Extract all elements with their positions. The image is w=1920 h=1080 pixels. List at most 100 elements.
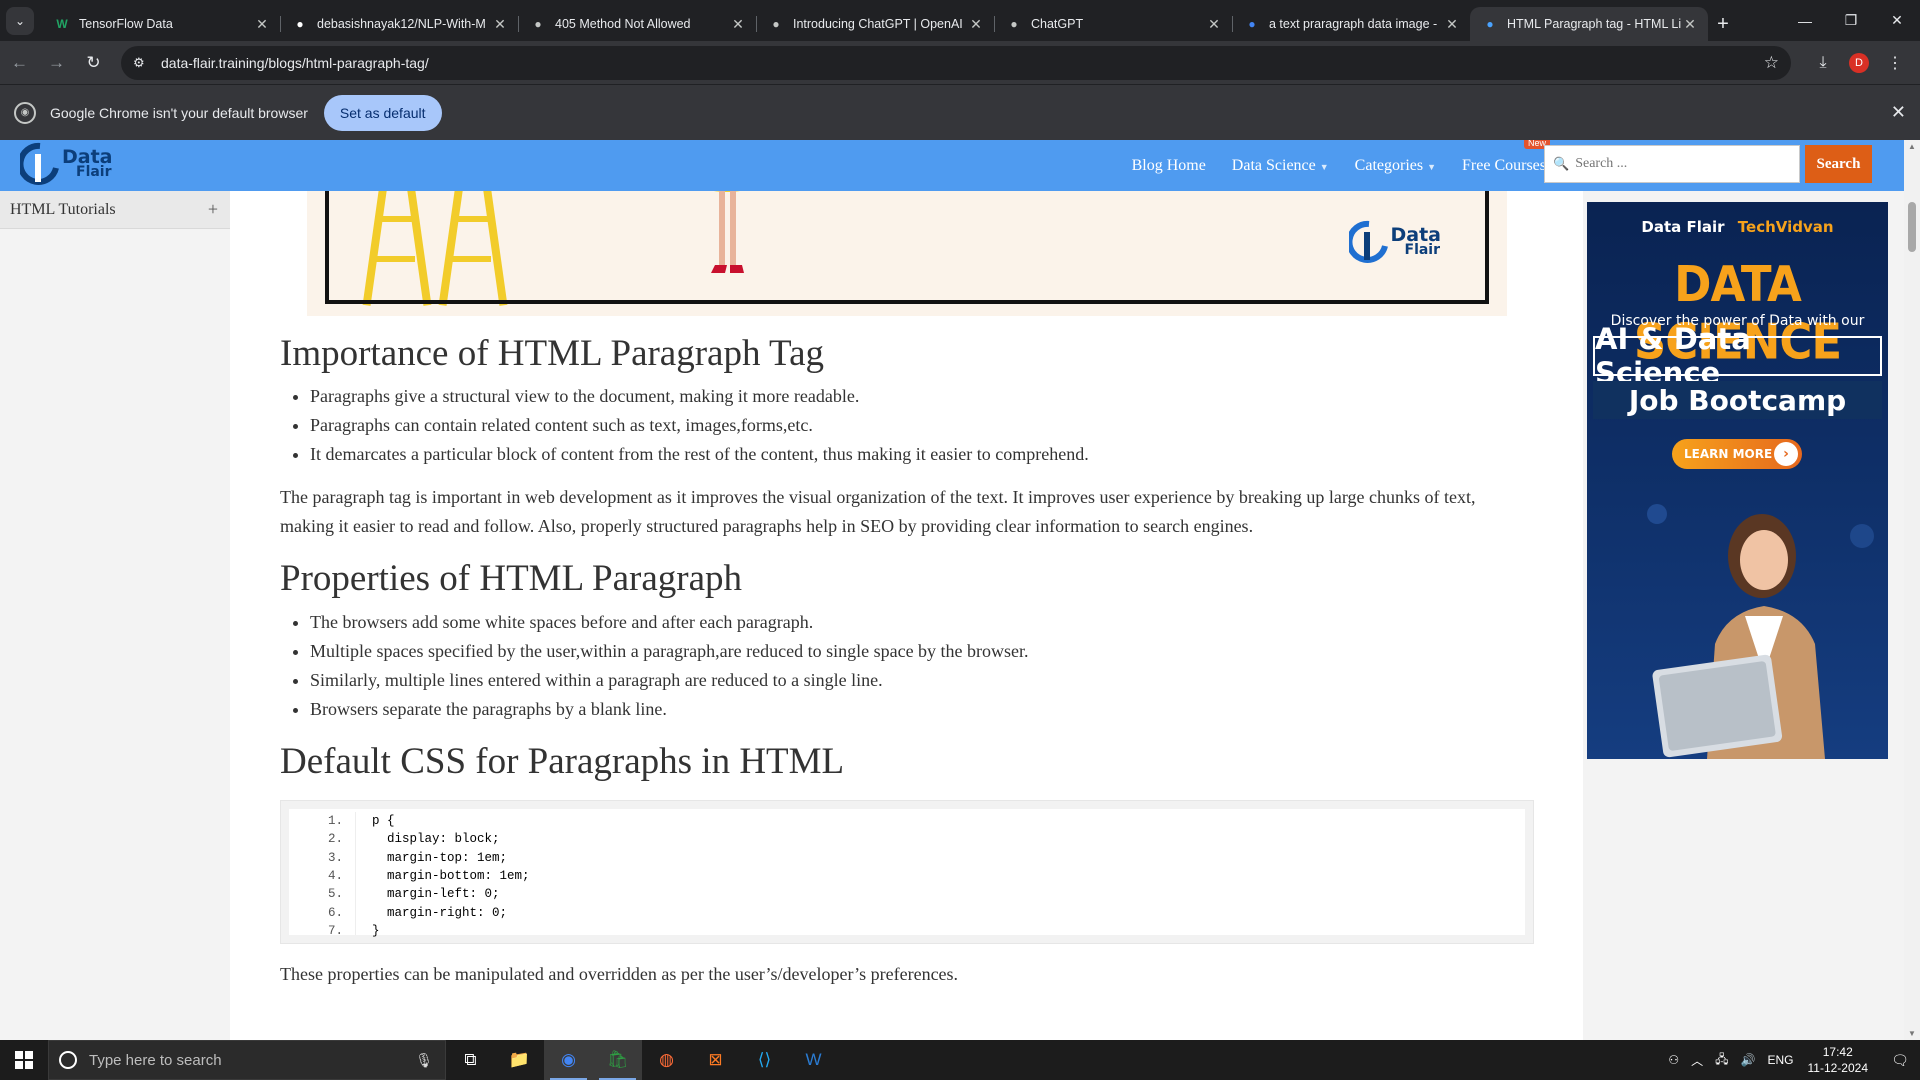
menu-kebab-icon[interactable]: ⋮: [1877, 47, 1913, 79]
tab-title: TensorFlow Data: [79, 17, 173, 31]
browser-tab[interactable]: ● a text praragraph data image - ✕: [1232, 7, 1470, 41]
restore-button[interactable]: ❐: [1828, 0, 1874, 41]
nav-label: Categories: [1354, 156, 1424, 174]
sidebar-item-html-tutorials[interactable]: HTML Tutorials +: [0, 191, 230, 229]
network-icon[interactable]: 🖧: [1715, 1050, 1728, 1071]
start-button[interactable]: [0, 1040, 48, 1080]
clock[interactable]: 17:42 11-12-2024: [1808, 1044, 1869, 1076]
infobar-close-icon[interactable]: ✕: [1891, 102, 1906, 123]
browser-tab[interactable]: ● 405 Method Not Allowed ✕: [518, 7, 756, 41]
hero-dataflair-logo: Data Flair: [1348, 220, 1441, 264]
tutorial-sidebar: HTML Tutorials +: [0, 191, 230, 1040]
code-line: margin-left: 0;: [372, 887, 500, 902]
download-icon[interactable]: ⤓: [1805, 47, 1841, 79]
code-line-number: 4.: [327, 869, 343, 884]
ad-learn-more-button[interactable]: LEARN MORE ›: [1672, 439, 1802, 469]
xampp-icon[interactable]: ⊠: [691, 1040, 740, 1080]
volume-icon[interactable]: 🔊: [1741, 1053, 1756, 1067]
browser-tab[interactable]: ● HTML Paragraph tag - HTML Li ✕: [1470, 7, 1708, 41]
tab-close-icon[interactable]: ✕: [730, 16, 746, 33]
chrome-logo-icon: ◉: [14, 101, 36, 124]
list-item: Multiple spaces specified by the user,wi…: [310, 637, 1530, 666]
browser-tab[interactable]: W TensorFlow Data ✕: [42, 7, 280, 41]
caret-down-icon: ▼: [1427, 161, 1437, 172]
browser-tab[interactable]: ● debasishnayak12/NLP-With-M ✕: [280, 7, 518, 41]
tab-title: HTML Paragraph tag - HTML Li: [1507, 17, 1682, 31]
taskbar-search[interactable]: Type here to search 🎙: [48, 1040, 446, 1080]
reload-button[interactable]: ↻: [76, 47, 111, 79]
new-tab-button[interactable]: +: [1708, 7, 1738, 41]
tab-close-icon[interactable]: ✕: [492, 16, 508, 33]
minimize-button[interactable]: —: [1782, 0, 1828, 41]
bookmark-star-icon[interactable]: ☆: [1764, 53, 1779, 73]
search-button[interactable]: Search: [1805, 145, 1872, 183]
language-indicator[interactable]: ENG: [1767, 1053, 1793, 1067]
browser-tab[interactable]: ● Introducing ChatGPT | OpenAI ✕: [756, 7, 994, 41]
plus-icon[interactable]: +: [208, 199, 218, 220]
tab-close-icon[interactable]: ✕: [968, 16, 984, 33]
nav-label: Data Science: [1231, 156, 1316, 174]
nav-data-science[interactable]: Data Science ▼: [1232, 157, 1329, 175]
profile-avatar[interactable]: D: [1849, 52, 1869, 73]
forward-button[interactable]: →: [39, 47, 74, 79]
scroll-up-arrow-icon[interactable]: ▲: [1904, 142, 1920, 151]
caret-down-icon: ▼: [1319, 161, 1329, 172]
arrow-left-icon: ←: [11, 52, 28, 72]
back-button[interactable]: ←: [2, 47, 37, 79]
window-controls: — ❐ ✕: [1782, 0, 1920, 41]
code-lines[interactable]: p { display: block; margin-top: 1em; mar…: [356, 812, 530, 938]
chrome-icon[interactable]: ◉: [544, 1040, 593, 1080]
closing-paragraph: These properties can be manipulated and …: [280, 964, 959, 985]
taskbar-search-placeholder: Type here to search: [89, 1051, 222, 1069]
github-icon: ●: [296, 17, 304, 31]
vscode-icon[interactable]: ⟨⟩: [740, 1040, 789, 1080]
postman-icon[interactable]: ◍: [642, 1040, 691, 1080]
article-body: Importance of HTML Paragraph Tag Paragra…: [280, 316, 1534, 989]
nav-free-courses[interactable]: Free Courses New: [1462, 140, 1550, 175]
openai-icon: ●: [1010, 17, 1018, 31]
importance-list: Paragraphs give a structural view to the…: [310, 382, 1530, 469]
task-view-icon[interactable]: ⧉: [446, 1040, 495, 1080]
file-explorer-icon[interactable]: 📁: [495, 1040, 544, 1080]
search-input[interactable]: [1575, 156, 1776, 172]
scroll-down-arrow-icon[interactable]: ▼: [1904, 1029, 1920, 1038]
dataflair-logo[interactable]: Data Flair: [20, 142, 113, 186]
list-item: Paragraphs give a structural view to the…: [310, 382, 1530, 411]
close-window-button[interactable]: ✕: [1874, 0, 1920, 41]
ad-title-box: AI & Data Science: [1593, 322, 1882, 390]
address-bar[interactable]: ⚙ data-flair.training/blogs/html-paragra…: [121, 45, 1791, 80]
nav-categories[interactable]: Categories ▼: [1355, 157, 1436, 175]
woman-with-laptop-illustration: [1647, 504, 1874, 759]
code-line-number: 2.: [327, 832, 343, 847]
web-page: Data Flair Importance of HTML Paragraph …: [0, 140, 1904, 1040]
windows-taskbar: Type here to search 🎙 ⧉ 📁 ◉ 🛍 ◍ ⊠ ⟨⟩ W ⚇ ︿ 🖧 🔊 …: [0, 1040, 1920, 1080]
tab-search-button[interactable]: ⌄: [6, 7, 34, 35]
nav-blog-home[interactable]: Blog Home: [1132, 157, 1206, 175]
store-icon[interactable]: 🛍: [593, 1040, 642, 1080]
tab-close-icon[interactable]: ✕: [254, 16, 270, 33]
microphone-icon[interactable]: 🎙: [415, 1052, 433, 1069]
word-icon[interactable]: W: [789, 1040, 838, 1080]
ad-cta-label: LEARN MORE: [1684, 447, 1773, 461]
section-heading-properties: Properties of HTML Paragraph: [280, 558, 743, 600]
tab-strip: ⌄ W TensorFlow Data ✕ ● debasishnayak12/NLP-…: [0, 0, 1920, 41]
tab-close-icon[interactable]: ✕: [1206, 16, 1222, 33]
bootcamp-ad-banner[interactable]: Data Flair TechVidvan DATA SCIENCE Disco…: [1587, 202, 1888, 759]
set-as-default-button[interactable]: Set as default: [323, 94, 442, 131]
code-line: p {: [372, 814, 395, 829]
section-heading-importance: Importance of HTML Paragraph Tag: [280, 333, 824, 374]
properties-list: The browsers add some white spaces befor…: [310, 608, 1530, 724]
site-settings-icon[interactable]: ⚙: [133, 55, 155, 71]
tab-close-icon[interactable]: ✕: [1444, 16, 1460, 33]
show-hidden-icons-icon[interactable]: ︿: [1691, 1052, 1703, 1069]
browser-tab[interactable]: ● ChatGPT ✕: [994, 7, 1232, 41]
url-text[interactable]: data-flair.training/blogs/html-paragraph…: [161, 55, 1764, 71]
people-icon[interactable]: ⚇: [1668, 1053, 1679, 1067]
notification-center-icon[interactable]: 🗨: [1880, 1040, 1920, 1080]
tab-title: Introducing ChatGPT | OpenAI: [793, 17, 963, 31]
tab-close-icon[interactable]: ✕: [1682, 16, 1698, 33]
scrollbar-thumb[interactable]: [1908, 202, 1916, 252]
logo-line2: Flair: [76, 164, 112, 181]
page-scrollbar[interactable]: ▲ ▼: [1904, 140, 1920, 1040]
code-line-number: 3.: [327, 850, 343, 865]
